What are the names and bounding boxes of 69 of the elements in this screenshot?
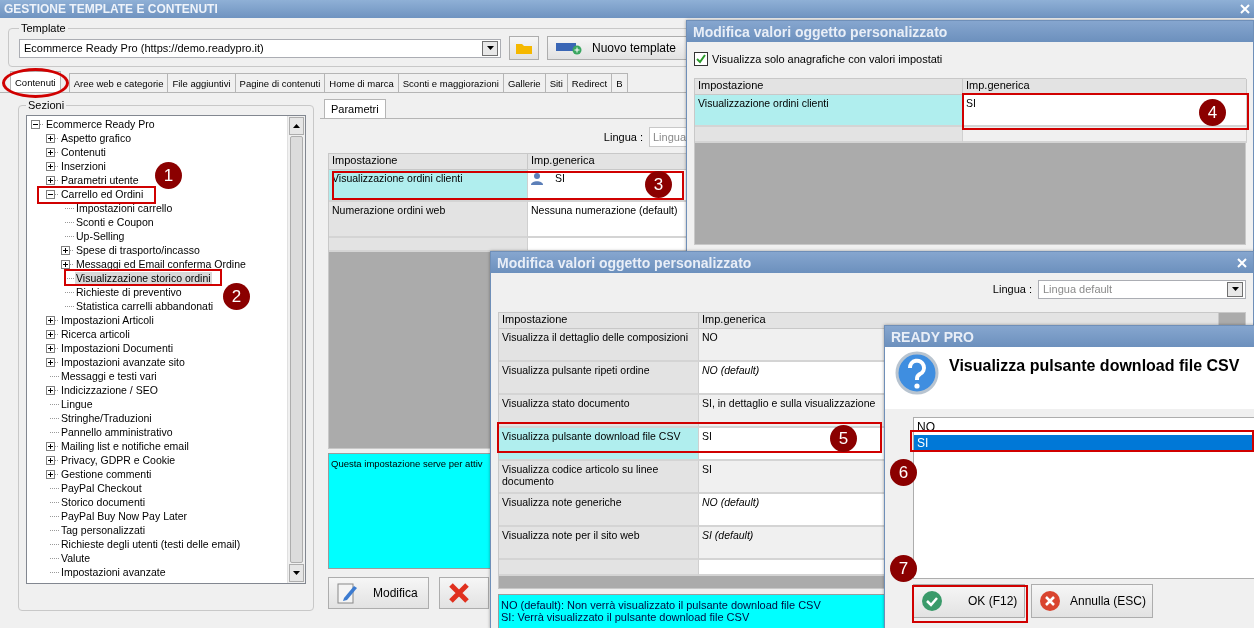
description-text: NO (default): Non verrà visualizzato il pulsante download file CSV (501, 599, 821, 611)
tree-item[interactable]: Ecommerce Ready Pro (45, 118, 156, 130)
tree-item[interactable]: Stringhe/Traduzioni (60, 412, 153, 424)
tree-item[interactable]: Messaggi e testi vari (60, 370, 158, 382)
table-cell[interactable]: Visualizza codice articolo su linee documento (499, 461, 699, 494)
tree-item[interactable]: Messaggi ed Email conferma Ordine (75, 258, 247, 270)
tree-item[interactable]: Statistica carrelli abbandonati (75, 300, 215, 312)
tree-item[interactable]: Spese di trasporto/incasso (75, 244, 201, 256)
tree-item[interactable]: Sconti e Coupon (75, 216, 155, 228)
tree-item[interactable]: Up-Selling (75, 230, 126, 242)
group-label: Template (20, 22, 67, 34)
window-title: GESTIONE TEMPLATE E CONTENUTI (4, 2, 218, 16)
table-cell[interactable]: Visualizza note generiche (499, 494, 699, 527)
list-option[interactable]: SI (914, 435, 1254, 451)
ok-button[interactable]: OK (F12) (913, 584, 1025, 618)
cancel-button[interactable]: Annulla (ESC) (1031, 584, 1153, 618)
tree-item[interactable]: Impostazioni avanzate sito (60, 356, 186, 368)
template-dropdown[interactable]: Ecommerce Ready Pro (https://demo.readypro.it) (19, 38, 501, 58)
tree-item[interactable]: Impostazioni Articoli (60, 314, 155, 326)
table-cell[interactable]: Visualizza pulsante download file CSV (499, 428, 699, 461)
language-label: Lingua : (992, 283, 1032, 295)
table-cell[interactable]: Visualizza pulsante ripeti ordine (499, 362, 699, 395)
tree-item[interactable]: Richieste degli utenti (testi delle email) (60, 538, 242, 550)
tree-item[interactable]: Visualizzazione storico ordini (75, 272, 212, 284)
column-header: Impostazione (695, 79, 963, 95)
tab[interactable]: Sconti e maggiorazioni (397, 73, 504, 92)
table-cell[interactable]: Numerazione ordini web (329, 202, 528, 238)
tree-item[interactable]: Storico documenti (60, 496, 147, 508)
dialog-title: READY PRO (891, 328, 974, 345)
tree-item[interactable]: Valute (60, 552, 91, 564)
tree-item[interactable]: Parametri utente (60, 174, 140, 186)
tree-item[interactable]: Richieste di preventivo (75, 286, 183, 298)
tree-item[interactable]: Mailing list e notifiche email (60, 440, 190, 452)
tree-item[interactable]: Tag personalizzati (60, 524, 147, 536)
language-dropdown[interactable]: Lingua default (1038, 279, 1246, 299)
group-label: Sezioni (27, 99, 66, 111)
tree-item[interactable]: Impostazioni Documenti (60, 342, 175, 354)
tree-item[interactable]: Pannello amministrativo (60, 426, 174, 438)
table-cell[interactable]: Visualizza stato documento (499, 395, 699, 428)
tab[interactable]: Contenuti (10, 71, 61, 92)
table-cell[interactable]: Visualizza note per il sito web (499, 527, 699, 560)
language-label: Lingua : (603, 131, 643, 143)
column-header: Impostazione (329, 154, 528, 170)
tree-item[interactable]: Contenuti (60, 146, 107, 158)
tab[interactable]: Pagine di contenuti (234, 73, 326, 92)
tab[interactable]: B (611, 73, 628, 92)
tree-item[interactable]: Inserzioni (60, 160, 107, 172)
tab[interactable]: Parametri (324, 99, 386, 118)
edit-button[interactable]: Modifica (328, 577, 429, 609)
tree-item[interactable]: Carrello ed Ordini (60, 188, 145, 200)
tree-item[interactable]: PayPal Buy Now Pay Later (60, 510, 189, 522)
description-text: SI: Verrà visualizzato il pulsante download file CSV (501, 611, 750, 623)
tree-item[interactable]: Lingue (60, 398, 94, 410)
tree-item[interactable]: Impostazioni avanzate (60, 566, 167, 578)
table-cell[interactable]: Visualizza il dettaglio delle composizioni (499, 329, 699, 362)
table-cell[interactable]: Visualizzazione ordini clienti (695, 95, 963, 127)
tree-item[interactable]: Privacy, GDPR e Cookie (60, 454, 177, 466)
checkbox-label: Visualizza solo anagrafiche con valori impostati (712, 53, 943, 65)
tab[interactable]: File aggiuntivi (167, 73, 236, 92)
tree-item[interactable]: Impostazioni carrello (75, 202, 174, 214)
tab[interactable]: Aree web e categorie (68, 73, 169, 92)
tree-item[interactable]: Indicizzazione / SEO (60, 384, 159, 396)
tree-item[interactable]: Gestione commenti (60, 468, 153, 480)
column-header: Impostazione (499, 313, 699, 329)
tree-item[interactable]: PayPal Checkout (60, 482, 143, 494)
dialog-question: Visualizza pulsante download file CSV (949, 357, 1240, 375)
tree-item[interactable]: Aspetto grafico (60, 132, 133, 144)
dialog-title: Modifica valori oggetto personalizzato (497, 254, 752, 271)
tree-item[interactable]: Ricerca articoli (60, 328, 131, 340)
